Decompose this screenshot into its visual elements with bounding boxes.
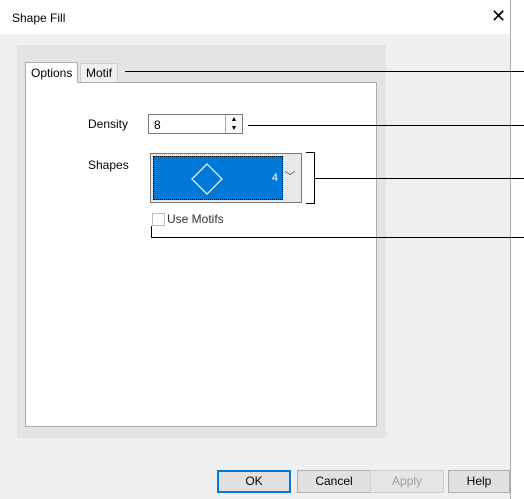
callout-bracket-top (306, 152, 315, 153)
callout-line-motif-tab (125, 71, 524, 72)
title-bar: Shape Fill ✕ (0, 0, 510, 34)
use-motifs-checkbox[interactable] (152, 213, 165, 226)
dialog-title: Shape Fill (12, 11, 66, 25)
density-value: 8 (154, 118, 161, 132)
diamond-icon (190, 162, 224, 199)
cancel-button[interactable]: Cancel (297, 470, 371, 493)
spin-down-icon[interactable]: ▼ (226, 124, 242, 133)
use-motifs-label: Use Motifs (167, 212, 224, 226)
density-label: Density (88, 117, 129, 131)
callout-line-shapes (314, 178, 524, 179)
close-icon[interactable]: ✕ (491, 7, 506, 25)
shapes-selected-item: 4 (153, 156, 283, 200)
callout-tick-use-motifs (151, 226, 152, 237)
shape-fill-dialog: Shape Fill ✕ Options Motif Density 8 ▲ ▼… (0, 0, 511, 499)
tab-options-label: Options (31, 66, 73, 80)
tab-motif-label: Motif (86, 66, 113, 80)
chevron-down-icon[interactable]: ﹀ (283, 169, 297, 185)
tab-motif[interactable]: Motif (80, 63, 119, 83)
spin-up-icon[interactable]: ▲ (226, 115, 242, 124)
tab-options[interactable]: Options (25, 62, 79, 83)
shape-number: 4 (271, 172, 278, 184)
shapes-dropdown[interactable]: 4 ﹀ (150, 153, 302, 203)
callout-line-density (248, 125, 524, 126)
ok-button[interactable]: OK (217, 470, 291, 493)
callout-bracket-bottom (306, 203, 315, 204)
callout-line-use-motifs (151, 237, 524, 238)
density-spin-buttons: ▲ ▼ (225, 115, 242, 133)
shapes-label: Shapes (88, 158, 129, 172)
help-button[interactable]: Help (448, 470, 510, 493)
apply-button[interactable]: Apply (370, 470, 444, 493)
density-spinbox[interactable]: 8 ▲ ▼ (148, 114, 243, 134)
